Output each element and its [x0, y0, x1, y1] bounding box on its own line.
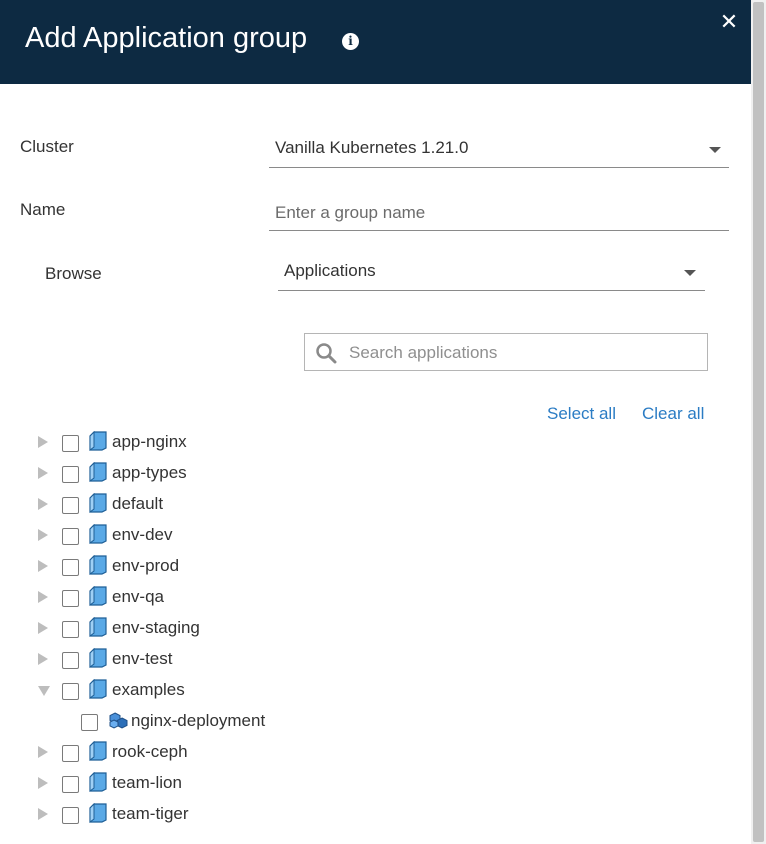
browse-label: Browse — [45, 264, 102, 283]
tree-checkbox[interactable] — [62, 683, 79, 700]
tree-item-label: app-types — [112, 463, 187, 482]
namespace-icon — [89, 678, 107, 699]
tree-row[interactable]: env-test — [0, 643, 751, 674]
caret-right-icon[interactable] — [38, 746, 48, 758]
caret-right-icon[interactable] — [38, 808, 48, 820]
namespace-icon — [89, 430, 107, 451]
add-application-group-dialog: Add Application group i ✕ Cluster Vanill… — [0, 0, 751, 844]
cluster-label: Cluster — [20, 137, 74, 156]
namespace-icon — [89, 616, 107, 637]
caret-right-icon[interactable] — [38, 436, 48, 448]
tree-checkbox[interactable] — [62, 776, 79, 793]
browse-select[interactable]: Applications — [278, 256, 705, 291]
tree-checkbox[interactable] — [62, 807, 79, 824]
tree-checkbox[interactable] — [62, 559, 79, 576]
namespace-icon — [89, 771, 107, 792]
select-all-link[interactable]: Select all — [547, 404, 616, 424]
tree-checkbox[interactable] — [62, 745, 79, 762]
chevron-down-icon — [709, 147, 721, 153]
tree-row[interactable]: team-lion — [0, 767, 751, 798]
tree-item-label: default — [112, 494, 164, 513]
caret-right-icon[interactable] — [38, 560, 48, 572]
tree-item-label: nginx-deployment — [131, 711, 266, 730]
tree-row[interactable]: team-tiger — [0, 798, 751, 829]
tree-item-label: rook-ceph — [112, 742, 188, 761]
name-field[interactable] — [269, 196, 729, 230]
search-icon — [316, 343, 337, 364]
clear-all-link[interactable]: Clear all — [642, 404, 704, 424]
vertical-scrollbar[interactable] — [751, 0, 766, 844]
tree-row[interactable]: env-prod — [0, 550, 751, 581]
tree-checkbox[interactable] — [62, 590, 79, 607]
dialog-title: Add Application group — [25, 22, 308, 54]
tree-item-label: team-tiger — [112, 804, 189, 823]
deployment-icon — [108, 712, 130, 730]
application-tree: app-nginx app-types default env-dev env-prod… — [0, 426, 751, 829]
tree-checkbox[interactable] — [62, 621, 79, 638]
scrollbar-thumb[interactable] — [753, 2, 764, 842]
tree-row[interactable]: app-nginx — [0, 426, 751, 457]
cluster-select[interactable]: Vanilla Kubernetes 1.21.0 — [269, 133, 729, 168]
tree-checkbox[interactable] — [62, 528, 79, 545]
search-input[interactable] — [347, 334, 701, 372]
tree-item-label: env-prod — [112, 556, 180, 575]
info-icon[interactable]: i — [342, 33, 359, 50]
caret-right-icon[interactable] — [38, 653, 48, 665]
caret-right-icon[interactable] — [38, 777, 48, 789]
tree-row[interactable]: rook-ceph — [0, 736, 751, 767]
namespace-icon — [89, 461, 107, 482]
tree-checkbox[interactable] — [62, 466, 79, 483]
name-label: Name — [20, 200, 66, 219]
tree-item-label: env-qa — [112, 587, 164, 606]
caret-right-icon[interactable] — [38, 591, 48, 603]
tree-item-label: env-dev — [112, 525, 173, 544]
tree-row[interactable]: env-qa — [0, 581, 751, 612]
tree-checkbox[interactable] — [62, 497, 79, 514]
caret-down-icon[interactable] — [38, 686, 50, 696]
caret-right-icon[interactable] — [38, 498, 48, 510]
caret-right-icon[interactable] — [38, 467, 48, 479]
search-box — [304, 333, 708, 372]
namespace-icon — [89, 554, 107, 575]
close-icon[interactable]: ✕ — [718, 10, 740, 34]
namespace-icon — [89, 585, 107, 606]
tree-checkbox[interactable] — [62, 652, 79, 669]
name-field-wrapper — [269, 196, 729, 231]
namespace-icon — [89, 523, 107, 544]
tree-checkbox[interactable] — [62, 435, 79, 452]
browse-select-value: Applications — [284, 261, 376, 280]
tree-item-label: app-nginx — [112, 432, 187, 451]
namespace-icon — [89, 647, 107, 668]
namespace-icon — [89, 740, 107, 761]
dialog-header: Add Application group i ✕ — [0, 0, 751, 84]
tree-item-label: team-lion — [112, 773, 182, 792]
tree-item-label: env-staging — [112, 618, 200, 637]
tree-row[interactable]: env-staging — [0, 612, 751, 643]
tree-item-label: examples — [112, 680, 185, 699]
tree-row[interactable]: app-types — [0, 457, 751, 488]
caret-right-icon[interactable] — [38, 529, 48, 541]
tree-row[interactable]: nginx-deployment — [0, 705, 751, 736]
tree-row[interactable]: env-dev — [0, 519, 751, 550]
cluster-select-value: Vanilla Kubernetes 1.21.0 — [275, 138, 469, 157]
namespace-icon — [89, 492, 107, 513]
namespace-icon — [89, 802, 107, 823]
caret-right-icon[interactable] — [38, 622, 48, 634]
chevron-down-icon — [684, 270, 696, 276]
tree-item-label: env-test — [112, 649, 173, 668]
tree-row[interactable]: default — [0, 488, 751, 519]
tree-checkbox[interactable] — [81, 714, 98, 731]
tree-row[interactable]: examples — [0, 674, 751, 705]
